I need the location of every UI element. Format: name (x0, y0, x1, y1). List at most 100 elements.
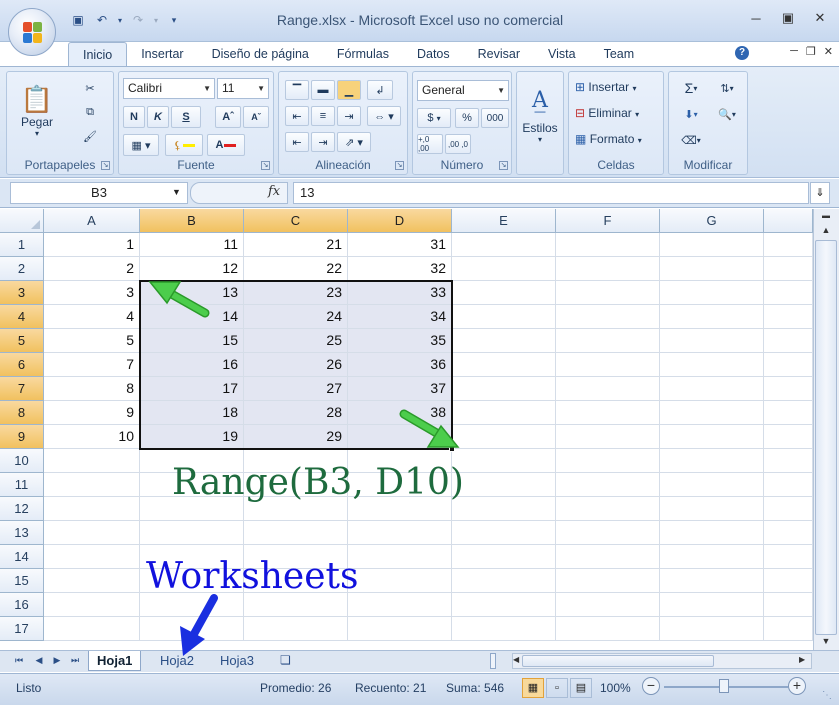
cell-c2[interactable]: 22 (244, 257, 348, 281)
cell-a10[interactable] (44, 449, 140, 473)
last-sheet-icon[interactable]: ⏭ (68, 653, 82, 667)
cell-a13[interactable] (44, 521, 140, 545)
column-header[interactable]: A (44, 209, 140, 233)
cell-b3[interactable]: 13 (140, 281, 244, 305)
cell-a8[interactable]: 9 (44, 401, 140, 425)
cell-e11[interactable] (452, 473, 556, 497)
cell-b9[interactable]: 19 (140, 425, 244, 449)
dialog-launcher-icon[interactable]: ↘ (499, 161, 508, 170)
cell-f4[interactable] (556, 305, 660, 329)
cell-g15[interactable] (660, 569, 764, 593)
cell-f10[interactable] (556, 449, 660, 473)
workbook-restore-icon[interactable]: ❐ (806, 45, 816, 58)
expand-formula-icon[interactable]: ⇓ (810, 182, 830, 204)
zoom-slider-thumb[interactable] (719, 679, 729, 693)
cell-f6[interactable] (556, 353, 660, 377)
cell-e8[interactable] (452, 401, 556, 425)
cell-e10[interactable] (452, 449, 556, 473)
select-all-corner[interactable] (0, 209, 44, 233)
row-header[interactable]: 16 (0, 593, 44, 617)
cell-a9[interactable]: 10 (44, 425, 140, 449)
vertical-scroll-thumb[interactable] (815, 240, 837, 635)
row-header[interactable]: 17 (0, 617, 44, 641)
tab-datos[interactable]: Datos (403, 42, 464, 66)
name-box[interactable]: B3 (10, 182, 188, 204)
currency-button[interactable]: $ ▾ (417, 108, 451, 128)
cell-g1[interactable] (660, 233, 764, 257)
next-sheet-icon[interactable]: ▶ (50, 653, 64, 667)
cell-g14[interactable] (660, 545, 764, 569)
cell-b7[interactable]: 17 (140, 377, 244, 401)
row-header[interactable]: 1 (0, 233, 44, 257)
cell-c13[interactable] (244, 521, 348, 545)
cell-d13[interactable] (348, 521, 452, 545)
tab-insertar[interactable]: Insertar (127, 42, 197, 66)
row-header[interactable]: 5 (0, 329, 44, 353)
cell-d5[interactable]: 35 (348, 329, 452, 353)
cell-a5[interactable]: 5 (44, 329, 140, 353)
insert-function-icon[interactable]: fx (268, 184, 280, 199)
tab-vista[interactable]: Vista (534, 42, 590, 66)
dialog-launcher-icon[interactable]: ↘ (261, 161, 270, 170)
copy-icon[interactable]: ⧉ (79, 102, 101, 122)
tab-team[interactable]: Team (590, 42, 649, 66)
cell-b8[interactable]: 18 (140, 401, 244, 425)
cell-f17[interactable] (556, 617, 660, 641)
cell-f5[interactable] (556, 329, 660, 353)
cell-e3[interactable] (452, 281, 556, 305)
row-header[interactable]: 13 (0, 521, 44, 545)
maximize-icon[interactable]: ▣ (775, 8, 801, 28)
align-middle-icon[interactable]: ▬ (311, 80, 335, 100)
cell-g11[interactable] (660, 473, 764, 497)
styles-button[interactable]: A̲ Estilos ▾ (520, 76, 560, 156)
worksheet-grid[interactable]: A B C D E F G 1 1 11 21 31 2 2 12 22 32 3 3 13 23 33 4 4 14 24 34 5… (0, 209, 813, 650)
sheet-tab-hoja3[interactable]: Hoja3 (212, 651, 262, 671)
cell-d1[interactable]: 31 (348, 233, 452, 257)
cell-d8[interactable]: 38 (348, 401, 452, 425)
cell-d16[interactable] (348, 593, 452, 617)
scroll-left-icon[interactable]: ◀ (513, 655, 521, 667)
cell-e15[interactable] (452, 569, 556, 593)
cell-d15[interactable] (348, 569, 452, 593)
italic-button[interactable]: K (147, 106, 169, 128)
scroll-right-icon[interactable]: ▶ (799, 655, 809, 667)
cell-g8[interactable] (660, 401, 764, 425)
row-header[interactable]: 2 (0, 257, 44, 281)
row-header[interactable]: 8 (0, 401, 44, 425)
cell-f12[interactable] (556, 497, 660, 521)
scroll-down-icon[interactable]: ▼ (815, 636, 837, 650)
cell-f7[interactable] (556, 377, 660, 401)
bold-button[interactable]: N (123, 106, 145, 128)
cell-c4[interactable]: 24 (244, 305, 348, 329)
cell-c5[interactable]: 25 (244, 329, 348, 353)
cell-e17[interactable] (452, 617, 556, 641)
number-format-select[interactable]: General ▼ (417, 80, 509, 101)
cell-a4[interactable]: 4 (44, 305, 140, 329)
cell-e13[interactable] (452, 521, 556, 545)
sort-filter-icon[interactable]: ⇅ ▾ (711, 78, 743, 98)
cell-a12[interactable] (44, 497, 140, 521)
prev-sheet-icon[interactable]: ◀ (32, 653, 46, 667)
cell-a6[interactable]: 7 (44, 353, 140, 377)
dialog-launcher-icon[interactable]: ↘ (395, 161, 404, 170)
column-header[interactable]: F (556, 209, 660, 233)
close-icon[interactable]: ✕ (807, 8, 833, 28)
cell-a3[interactable]: 3 (44, 281, 140, 305)
horizontal-scroll-thumb[interactable] (522, 655, 714, 667)
cell-b13[interactable] (140, 521, 244, 545)
office-button[interactable] (8, 8, 56, 56)
delete-cells-button[interactable]: ⊟ Eliminar ▾ (575, 106, 639, 120)
cell-e9[interactable] (452, 425, 556, 449)
underline-button[interactable]: S (171, 106, 201, 128)
cell-c8[interactable]: 28 (244, 401, 348, 425)
find-select-icon[interactable]: 🔍 ▾ (711, 104, 743, 124)
row-header[interactable]: 9 (0, 425, 44, 449)
cell-c3[interactable]: 23 (244, 281, 348, 305)
cell-d17[interactable] (348, 617, 452, 641)
cell-c17[interactable] (244, 617, 348, 641)
cell-e6[interactable] (452, 353, 556, 377)
cell-f15[interactable] (556, 569, 660, 593)
cell-e14[interactable] (452, 545, 556, 569)
fill-icon[interactable]: ⬇ ▾ (675, 104, 707, 124)
cell-e16[interactable] (452, 593, 556, 617)
